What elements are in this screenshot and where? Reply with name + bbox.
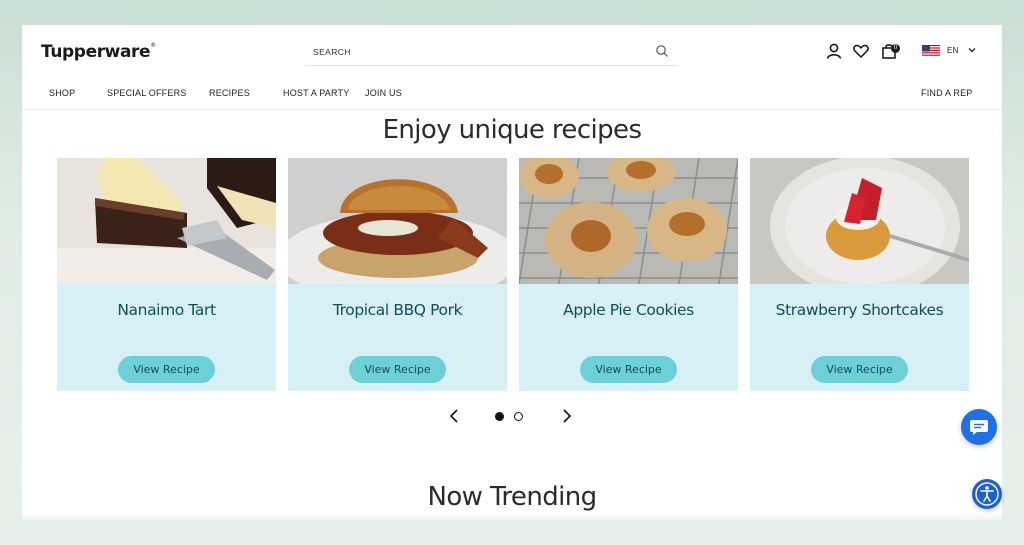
heart-icon[interactable] — [852, 42, 870, 60]
tropical-bbq-pork-image[interactable] — [288, 158, 507, 284]
recipe-title: Nanaimo Tart — [117, 301, 216, 319]
nav-special-offers[interactable]: SPECIAL OFFERS — [107, 88, 187, 98]
recipe-title: Strawberry Shortcakes — [775, 301, 944, 319]
nav-shop[interactable]: SHOP — [49, 88, 75, 98]
view-recipe-button[interactable]: View Recipe — [118, 356, 215, 383]
bottom-shadow — [22, 513, 1002, 520]
trending-section-title: Now Trending — [427, 482, 597, 512]
view-recipe-button[interactable]: View Recipe — [349, 356, 446, 383]
recipe-card-apple-pie-cookies[interactable]: Apple Pie Cookies View Recipe — [519, 158, 738, 391]
nav-divider — [22, 109, 1002, 110]
recipe-card-strawberry-shortcakes[interactable]: Strawberry Shortcakes View Recipe — [750, 158, 969, 391]
accessibility-button[interactable] — [972, 479, 1002, 509]
chat-button[interactable] — [961, 409, 997, 445]
carousel-dot-1[interactable] — [495, 412, 504, 421]
search-bar — [305, 39, 677, 66]
view-recipe-button[interactable]: View Recipe — [811, 356, 908, 383]
recipe-card-nanaimo-tart[interactable]: Nanaimo Tart View Recipe — [57, 158, 276, 391]
nav-find-a-rep[interactable]: FIND A REP — [921, 88, 973, 98]
chevron-right-icon[interactable] — [560, 407, 574, 425]
recipes-section-title: Enjoy unique recipes — [382, 115, 642, 145]
nav-recipes[interactable]: RECIPES — [209, 88, 250, 98]
nav-host-a-party[interactable]: HOST A PARTY — [283, 88, 349, 98]
recipe-title: Tropical BBQ Pork — [332, 301, 463, 319]
cart-count-badge: 0 — [891, 44, 900, 53]
accessibility-icon — [975, 482, 999, 506]
tupperware-logo[interactable]: Tupperware® — [41, 42, 156, 62]
strawberry-shortcakes-image[interactable] — [750, 158, 969, 284]
apple-pie-cookies-image[interactable] — [519, 158, 738, 284]
language-selector[interactable]: EN — [947, 46, 959, 55]
nanaimo-tart-image[interactable] — [57, 158, 276, 284]
account-icon[interactable] — [825, 42, 843, 60]
page: Tupperware® 0 EN SHOP SPECIAL OFFERS REC… — [22, 25, 1002, 520]
chevron-down-icon[interactable] — [967, 45, 977, 55]
recipe-title: Apple Pie Cookies — [563, 301, 694, 319]
chat-icon — [970, 420, 988, 435]
recipe-card-tropical-bbq-pork[interactable]: Tropical BBQ Pork View Recipe — [288, 158, 507, 391]
us-flag-icon[interactable] — [922, 45, 940, 57]
carousel-dot-2[interactable] — [514, 412, 523, 421]
view-recipe-button[interactable]: View Recipe — [580, 356, 677, 383]
search-icon[interactable] — [655, 44, 669, 58]
chevron-left-icon[interactable] — [447, 407, 461, 425]
search-input[interactable] — [313, 44, 633, 60]
nav-join-us[interactable]: JOIN US — [365, 88, 402, 98]
